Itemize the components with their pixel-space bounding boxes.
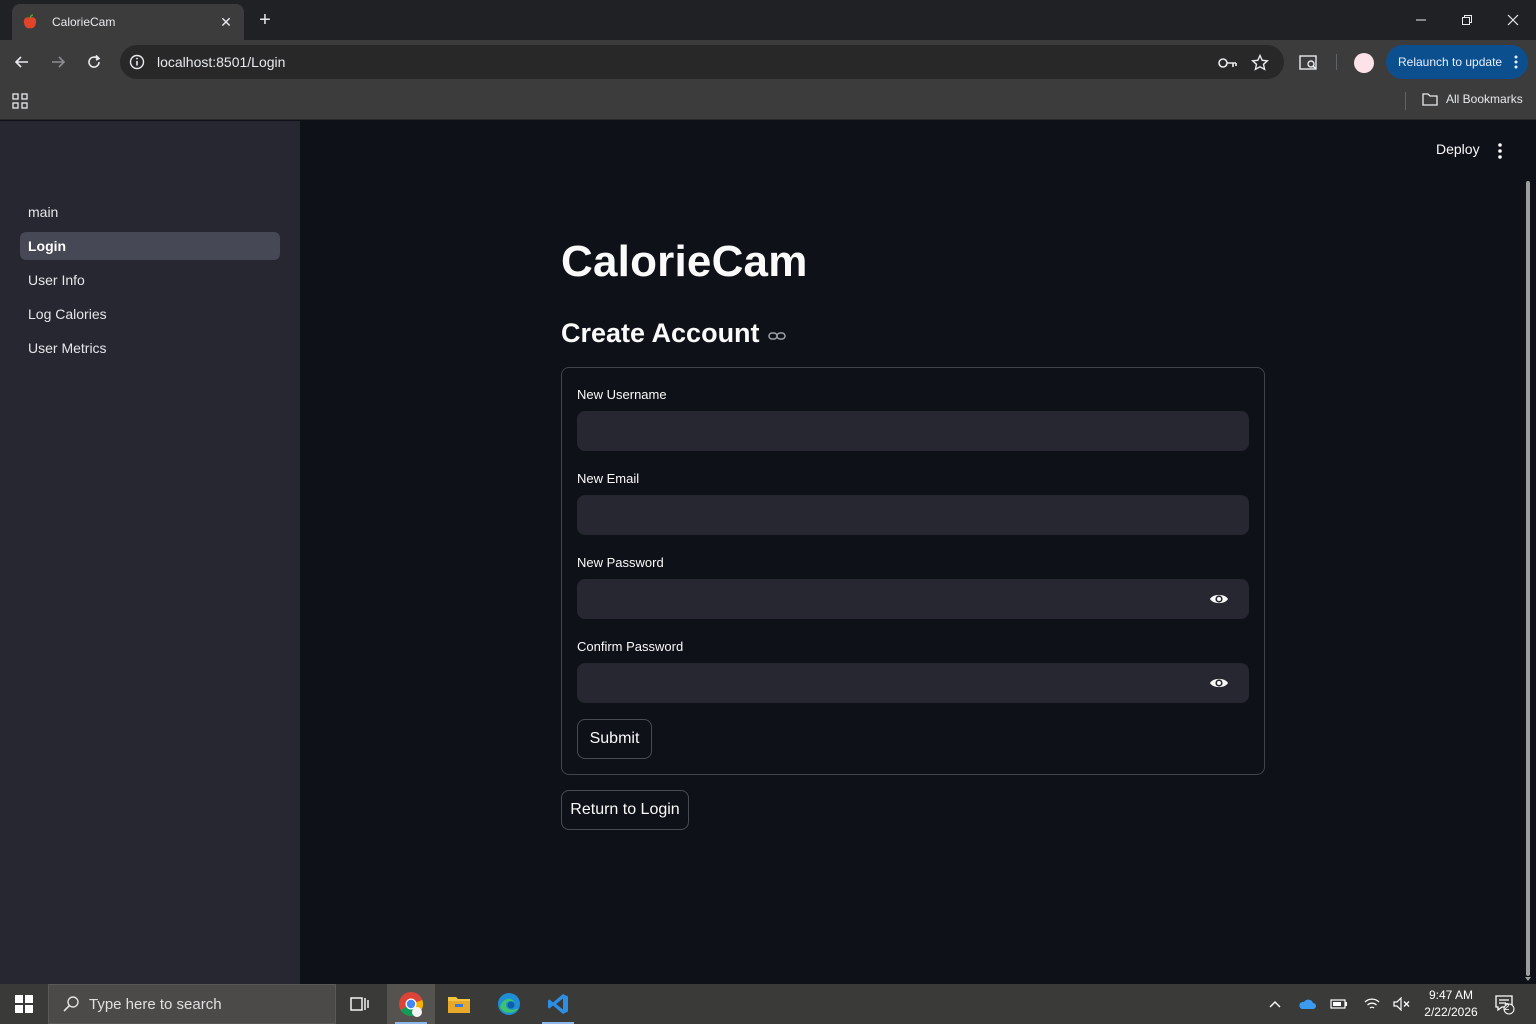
submit-label: Submit [589,730,640,747]
username-field[interactable] [577,411,1249,451]
email-field[interactable] [577,495,1249,535]
anchor-link-icon[interactable] [767,330,786,342]
minimize-icon[interactable] [1398,0,1444,40]
create-account-form: New Username New Email New Password Conf… [561,367,1265,775]
chrome-taskbar-icon[interactable] [387,984,435,1024]
wifi-icon[interactable] [1361,984,1383,1024]
volume-muted-icon[interactable] [1391,984,1413,1024]
bookmarks-bar: All Bookmarks [0,84,1536,120]
tab-search-icon[interactable] [1298,52,1320,74]
password-field[interactable] [577,579,1249,619]
search-icon [63,996,79,1012]
site-info-icon[interactable] [128,53,146,71]
address-bar[interactable]: localhost:8501/Login [120,45,1284,79]
sidebar: main Login User Info Log Calories User M… [0,121,300,984]
tab-title: CalorieCam [52,15,116,29]
edge-icon[interactable] [485,984,533,1024]
clock-date: 2/22/2026 [1424,1005,1478,1019]
sidebar-item-user-info[interactable]: User Info [20,266,280,294]
clock-time: 9:47 AM [1428,988,1474,1002]
notification-center-icon[interactable]: 2 [1490,984,1520,1024]
battery-icon[interactable] [1328,984,1350,1024]
bookmarks-divider [1405,92,1406,110]
sidebar-item-user-metrics[interactable]: User Metrics [20,334,280,362]
taskbar: Type here to search 9:47 AM 2/22/2026 2 [0,984,1536,1024]
bookmark-star-icon[interactable] [1250,53,1270,73]
close-window-icon[interactable] [1490,0,1536,40]
submit-button[interactable]: Submit [577,719,652,759]
main-content: Deploy CalorieCam Create Account New Use… [300,121,1536,984]
confirm-password-field[interactable] [577,663,1249,703]
tab-close-icon[interactable]: ✕ [218,14,234,31]
browser-titlebar: CalorieCam ✕ + [0,0,1536,40]
sidebar-item-label: Login [28,238,67,254]
sidebar-item-label: Log Calories [28,306,107,322]
return-to-login-label: Return to Login [570,801,680,818]
password-label: New Password [577,555,664,570]
url-text[interactable]: localhost:8501/Login [157,54,285,70]
show-password-icon[interactable] [1209,673,1229,693]
section-title-text: Create Account [561,318,760,348]
apple-favicon-icon [23,14,37,29]
sidebar-item-main[interactable]: main [20,198,280,226]
all-bookmarks-label: All Bookmarks [1446,92,1523,106]
chrome-menu-icon[interactable] [1514,55,1518,69]
relaunch-label: Relaunch to update [1398,55,1503,69]
folder-icon [1422,93,1438,106]
restore-icon[interactable] [1444,0,1490,40]
return-to-login-button[interactable]: Return to Login [561,790,689,830]
show-password-icon[interactable] [1209,589,1229,609]
all-bookmarks-button[interactable]: All Bookmarks [1422,92,1523,106]
profile-avatar[interactable] [1354,53,1374,73]
section-title: Create Account [561,318,786,349]
deploy-button[interactable]: Deploy [1436,141,1480,157]
email-label: New Email [577,471,640,486]
show-hidden-icons-icon[interactable] [1264,984,1286,1024]
apps-grid-icon[interactable] [12,93,28,109]
notification-count: 2 [1504,1002,1510,1013]
toolbar-divider [1336,54,1337,70]
scroll-down-icon[interactable] [1525,976,1531,982]
new-tab-icon[interactable]: + [254,9,276,31]
search-placeholder: Type here to search [89,995,222,1013]
relaunch-button[interactable]: Relaunch to update [1386,45,1528,79]
back-icon[interactable] [10,50,34,74]
confirm-password-label: Confirm Password [577,639,684,654]
forward-icon[interactable] [46,50,70,74]
sidebar-item-log-calories[interactable]: Log Calories [20,300,280,328]
sidebar-item-label: main [28,204,59,220]
file-explorer-icon[interactable] [435,984,483,1024]
main-menu-icon[interactable] [1496,141,1504,161]
sidebar-item-login[interactable]: Login [20,232,280,260]
task-view-icon[interactable] [336,984,384,1024]
scrollbar[interactable] [1526,181,1530,976]
sidebar-item-label: User Metrics [28,340,107,356]
vscode-icon[interactable] [534,984,582,1024]
sidebar-item-label: User Info [28,272,85,288]
page-title: CalorieCam [561,237,808,286]
taskbar-clock[interactable]: 9:47 AM 2/22/2026 [1420,987,1482,1021]
windows-start-icon[interactable] [0,984,48,1024]
username-label: New Username [577,387,667,402]
password-key-icon[interactable] [1218,53,1238,73]
onedrive-icon[interactable] [1296,984,1318,1024]
browser-tab[interactable]: CalorieCam ✕ [12,4,244,40]
browser-toolbar: localhost:8501/Login Relaunch to update [0,40,1536,84]
taskbar-search-input[interactable]: Type here to search [48,984,336,1024]
reload-icon[interactable] [82,50,106,74]
